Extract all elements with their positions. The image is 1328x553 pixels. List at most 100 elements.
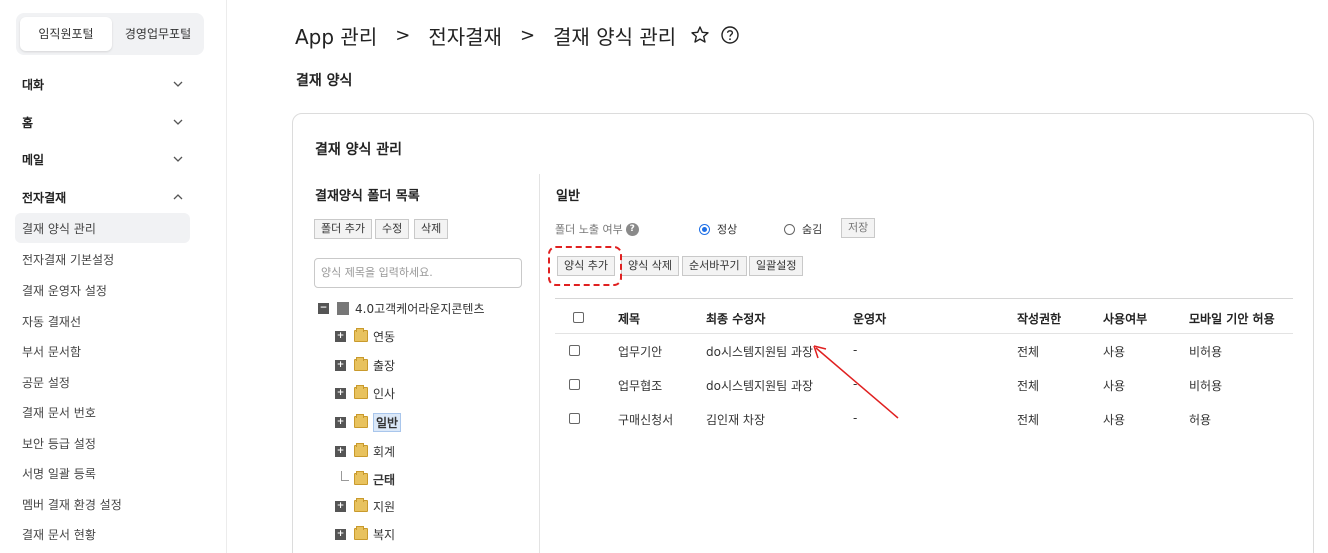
tree-connector <box>341 471 349 481</box>
organization-icon <box>337 301 349 315</box>
sidebar-item-doc-number[interactable]: 결재 문서 번호 <box>22 404 96 421</box>
bulk-settings-button[interactable]: 일괄설정 <box>749 256 804 276</box>
expand-icon[interactable]: + <box>335 359 346 371</box>
folder-icon <box>354 357 368 371</box>
expand-icon[interactable]: + <box>335 500 346 512</box>
collapse-icon[interactable]: − <box>318 302 329 314</box>
tree-folder-label: 회계 <box>373 444 396 459</box>
breadcrumb-item[interactable]: 전자결재 <box>428 21 502 50</box>
row-checkbox[interactable] <box>569 413 580 424</box>
cell-title[interactable]: 업무협조 <box>618 377 662 394</box>
folder-icon <box>354 498 368 512</box>
tree-folder-general[interactable]: + 일반 <box>335 412 402 432</box>
col-mobile-draft[interactable]: 모바일 기안 허용 <box>1189 310 1275 327</box>
cell-write-permission: 전체 <box>1017 379 1040 393</box>
tree-folder-accounting[interactable]: + 회계 <box>335 442 395 460</box>
col-write-permission[interactable]: 작성권한 <box>1017 310 1061 327</box>
tree-folder-attendance[interactable]: 근태 <box>354 470 395 488</box>
folder-icon <box>354 526 368 540</box>
cell-last-editor: 김인재 차장 <box>706 413 766 427</box>
sidebar-item-operator-settings[interactable]: 결재 운영자 설정 <box>22 282 107 299</box>
folder-icon <box>354 385 368 399</box>
expand-icon[interactable]: + <box>335 330 346 342</box>
expand-icon[interactable]: + <box>335 387 346 399</box>
nav-group-approval[interactable]: 전자결재 <box>22 189 188 209</box>
edit-folder-button[interactable]: 수정 <box>375 219 410 239</box>
cell-mobile-draft: 허용 <box>1189 413 1212 427</box>
tab-employee-portal[interactable]: 임직원포털 <box>20 17 112 51</box>
radio-label: 숨김 <box>802 223 823 236</box>
save-button[interactable]: 저장 <box>841 218 876 238</box>
breadcrumb-separator: > <box>395 24 411 46</box>
tree-folder-hr[interactable]: + 인사 <box>335 384 395 402</box>
sidebar-item-dept-box[interactable]: 부서 문서함 <box>22 343 81 360</box>
tab-management-portal[interactable]: 경영업무포털 <box>116 17 200 51</box>
radio-unselected-icon <box>784 223 795 235</box>
col-last-editor[interactable]: 최종 수정자 <box>706 310 765 327</box>
folder-detail-title: 일반 <box>556 189 580 204</box>
chevron-down-icon <box>173 81 183 87</box>
form-management-panel: 결재 양식 관리 결재양식 폴더 목록 폴더 추가 수정 삭제 양식 제목을 입… <box>292 113 1314 553</box>
sidebar-item-basic-settings[interactable]: 전자결재 기본설정 <box>22 251 114 268</box>
help-icon[interactable]: ? <box>625 222 639 236</box>
annotation-highlight <box>548 246 622 286</box>
page-subtitle: 결재 양식 <box>296 73 353 89</box>
expand-icon[interactable]: + <box>335 416 346 428</box>
folder-icon <box>354 443 368 457</box>
row-checkbox[interactable] <box>569 379 580 390</box>
sidebar-item-official-doc[interactable]: 공문 설정 <box>22 374 70 391</box>
tree-folder-label: 연동 <box>373 329 396 344</box>
sidebar-item-security-level[interactable]: 보안 등급 설정 <box>22 435 96 452</box>
expand-icon[interactable]: + <box>335 528 346 540</box>
folder-visibility-text: 폴더 노출 여부 <box>555 223 623 236</box>
breadcrumb-item[interactable]: App 관리 <box>295 21 377 50</box>
sidebar-item-signature[interactable]: 서명 일괄 등록 <box>22 465 96 482</box>
col-operator[interactable]: 운영자 <box>853 310 886 327</box>
folder-icon <box>354 414 368 428</box>
expand-icon[interactable]: + <box>335 445 346 457</box>
col-title[interactable]: 제목 <box>618 310 640 327</box>
panel-title: 결재 양식 관리 <box>315 142 403 158</box>
radio-hidden[interactable]: 숨김 <box>784 221 822 237</box>
form-search-input[interactable]: 양식 제목을 입력하세요. <box>314 258 522 288</box>
radio-visible[interactable]: 정상 <box>699 221 737 237</box>
nav-group-home[interactable]: 홈 <box>22 114 188 134</box>
cell-title[interactable]: 구매신청서 <box>618 411 673 428</box>
cell-title[interactable]: 업무기안 <box>618 343 662 360</box>
cell-mobile-draft: 비허용 <box>1189 345 1223 359</box>
nav-group-chat[interactable]: 대화 <box>22 76 188 96</box>
sidebar-item-form-management[interactable]: 결재 양식 관리 <box>22 220 96 237</box>
cell-usage: 사용 <box>1103 413 1126 427</box>
tree-folder-label: 출장 <box>373 358 396 373</box>
add-folder-button[interactable]: 폴더 추가 <box>314 219 372 239</box>
row-checkbox[interactable] <box>569 345 580 356</box>
tree-folder-welfare[interactable]: + 복지 <box>335 525 395 543</box>
tree-folder-label: 지원 <box>373 499 396 514</box>
annotation-arrow-icon <box>813 345 899 419</box>
tree-folder-label: 근태 <box>373 472 396 487</box>
tree-folder-label-selected: 일반 <box>373 412 402 432</box>
col-usage[interactable]: 사용여부 <box>1103 310 1147 327</box>
select-all-checkbox[interactable] <box>573 312 584 323</box>
sidebar-item-auto-line[interactable]: 자동 결재선 <box>22 313 81 330</box>
cell-write-permission: 전체 <box>1017 413 1040 427</box>
panel-divider <box>539 174 540 553</box>
tree-folder-support[interactable]: + 지원 <box>335 497 395 515</box>
breadcrumb-separator: > <box>519 24 536 46</box>
cell-mobile-draft: 비허용 <box>1189 379 1223 393</box>
star-icon[interactable] <box>690 25 710 45</box>
delete-form-button[interactable]: 양식 삭제 <box>621 256 679 276</box>
delete-folder-button[interactable]: 삭제 <box>414 219 449 239</box>
page-title: 결재 양식 관리 <box>553 24 677 49</box>
tree-folder-label: 복지 <box>373 527 396 542</box>
tree-folder-business-trip[interactable]: + 출장 <box>335 356 395 374</box>
sidebar-item-member-env[interactable]: 멤버 결재 환경 설정 <box>22 496 122 513</box>
tree-root[interactable]: − 4.0고객케어라운지콘텐츠 <box>318 299 485 317</box>
reorder-button[interactable]: 순서바꾸기 <box>682 256 747 276</box>
nav-group-mail[interactable]: 메일 <box>22 151 188 171</box>
folder-icon <box>354 328 368 342</box>
tree-folder-integration[interactable]: + 연동 <box>335 327 395 345</box>
sidebar-item-doc-status[interactable]: 결재 문서 현황 <box>22 526 96 543</box>
folder-visibility-label: 폴더 노출 여부 ? <box>555 221 639 237</box>
help-circle-icon[interactable] <box>720 25 740 45</box>
